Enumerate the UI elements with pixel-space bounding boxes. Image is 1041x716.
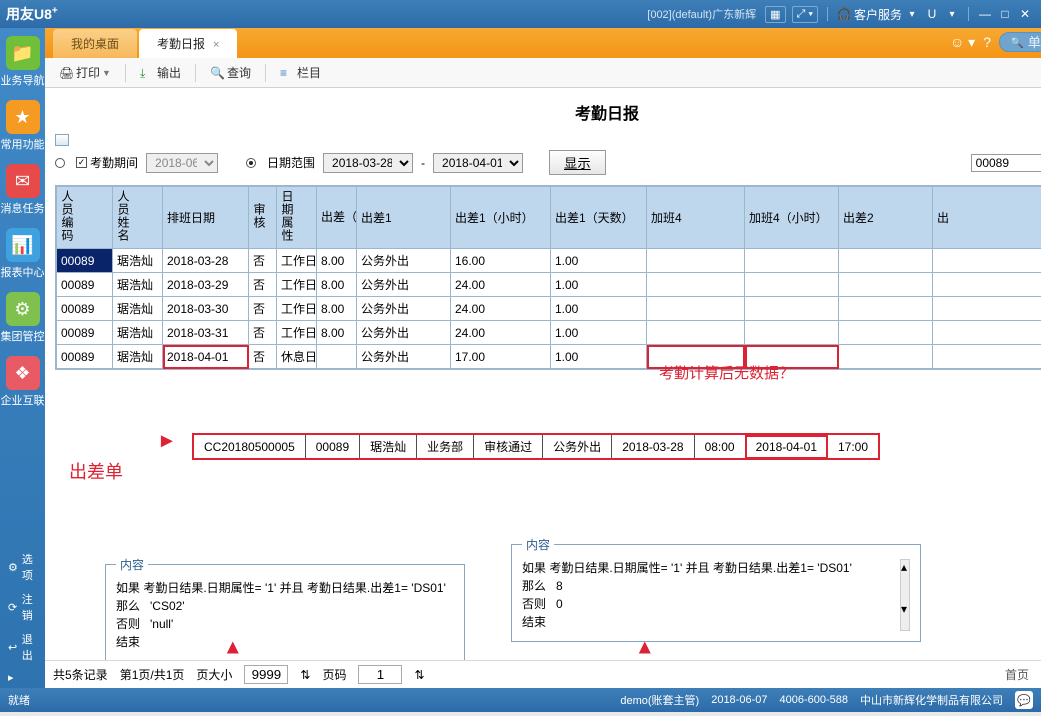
sidebar-item-common[interactable]: ★常用功能 (0, 92, 45, 156)
product-logo: 用友U8+ (6, 4, 58, 24)
col-emp-name[interactable]: 人员姓名 (113, 187, 163, 249)
status-user: demo(账套主管) (620, 692, 699, 708)
date-end[interactable]: 2018-04-01 (433, 153, 523, 173)
detail-row: CC2018050000500089琚浩灿业务部审核通过公务外出2018-03-… (193, 434, 879, 459)
org-info: [002](default)广东新辉 (647, 6, 756, 22)
status-company: 中山市新辉化学制品有限公司 (860, 692, 1003, 708)
rule-box-right: 内容 如果 考勤日结果.日期属性= '1' 并且 考勤日结果.出差1= 'DS0… (511, 536, 921, 642)
sidebar: 📁业务导航 ★常用功能 ✉消息任务 📊报表中心 ⚙集团管控 ❖企业互联 ⚙选项 … (0, 28, 45, 688)
status-bar: 就绪 demo(账套主管) 2018-06-07 4006-600-588 中山… (0, 688, 1041, 712)
checkbox-period[interactable]: ✓考勤期间 (76, 154, 138, 171)
toolbar: 🖨打印▼ ⤓输出 🔍查询 ≡栏目 (45, 58, 1041, 88)
col-trip-hours[interactable]: 出差（小时） (317, 187, 357, 249)
content: 考勤日报 ✓考勤期间 2018-06 日期范围 2018-03-28 - 201… (45, 88, 1041, 660)
emp-input[interactable] (971, 154, 1041, 172)
user-icon[interactable]: ☺ ▾ (950, 34, 975, 51)
col-ot4[interactable]: 加班4 (647, 187, 745, 249)
sidebar-item-nav[interactable]: 📁业务导航 (0, 28, 45, 92)
col-trip2[interactable]: 出差2 (839, 187, 933, 249)
table-row[interactable]: 00089琚浩灿2018-03-31否工作日8.00公务外出24.001.00 (57, 321, 1041, 345)
sidebar-item-group[interactable]: ⚙集团管控 (0, 284, 45, 348)
radio-range[interactable] (246, 158, 259, 168)
query-button[interactable]: 🔍查询 (204, 62, 257, 83)
grid-toggle-button[interactable]: ▦ (765, 6, 785, 23)
col-trip1[interactable]: 出差1 (357, 187, 451, 249)
headset-icon: 🎧 (834, 7, 854, 21)
col-extra[interactable]: 出 (933, 187, 1041, 249)
sidebar-link-logout[interactable]: ⟳注销 (0, 587, 45, 627)
filter-bar: ✓考勤期间 2018-06 日期范围 2018-03-28 - 2018-04-… (55, 150, 1041, 175)
minimize-button[interactable]: — (975, 7, 995, 21)
maximize-button[interactable]: □ (995, 7, 1015, 21)
grid: 人员编码 人员姓名 排班日期 审核 日期属性 出差（小时） 出差1 出差1（小时… (55, 185, 1041, 370)
col-ot4h[interactable]: 加班4（小时） (745, 187, 839, 249)
pager-num-label: 页码 (322, 666, 346, 683)
sidebar-collapse[interactable]: ▸ (0, 667, 45, 688)
sidebar-link-exit[interactable]: ↩退出 (0, 627, 45, 667)
pager: 共5条记录 第1页/共1页 页大小 ⇅ 页码 ⇅ 首页 上一页 下一页 末页 (45, 660, 1041, 688)
red-arrow-icon: ► (633, 638, 656, 658)
col-emp-code[interactable]: 人员编码 (57, 187, 113, 249)
col-trip1h[interactable]: 出差1（小时） (451, 187, 551, 249)
table-row[interactable]: 00089琚浩灿2018-03-29否工作日8.00公务外出24.001.00 (57, 273, 1041, 297)
help-icon[interactable]: ? (983, 34, 991, 50)
barcode-search[interactable]: 🔍 (999, 32, 1041, 52)
output-button[interactable]: ⤓输出 (134, 62, 187, 83)
date-start[interactable]: 2018-03-28 (323, 153, 413, 173)
scrollbar[interactable]: ▴▾ (900, 559, 910, 631)
search-icon: 🔍 (1010, 36, 1024, 49)
page-title: 考勤日报 (55, 100, 1041, 124)
tab-desktop[interactable]: 我的桌面 (53, 29, 137, 58)
range-label: 日期范围 (267, 154, 315, 171)
col-audit[interactable]: 审核 (249, 187, 277, 249)
letter-u[interactable]: U (922, 7, 942, 21)
status-date: 2018-06-07 (711, 694, 767, 706)
table-row[interactable]: 00089琚浩灿2018-04-01否休息日公务外出17.001.00 (57, 345, 1041, 369)
pager-total: 共5条记录 (53, 666, 108, 683)
pager-num-step[interactable]: ⇅ (414, 668, 424, 682)
close-button[interactable]: ✕ (1015, 7, 1035, 21)
customer-service-label[interactable]: 客户服务 (854, 6, 902, 23)
annot-leave-form: 出差单 (69, 458, 123, 484)
status-ready: 就绪 (8, 692, 30, 708)
rule-box-left: 内容如果 考勤日结果.日期属性= '1' 并且 考勤日结果.出差1= 'DS01… (105, 556, 465, 660)
chat-icon[interactable]: 💬 (1015, 691, 1033, 709)
show-button[interactable]: 显示 (549, 150, 606, 175)
pager-size-label: 页大小 (196, 666, 232, 683)
title-bar: 用友U8+ [002](default)广东新辉 ▦ ⤢ ▾ 🎧 客户服务 ▾ … (0, 0, 1041, 28)
status-phone: 4006-600-588 (779, 694, 848, 706)
print-button[interactable]: 🖨打印▼ (53, 62, 117, 83)
header-row: 人员编码 人员姓名 排班日期 审核 日期属性 出差（小时） 出差1 出差1（小时… (57, 187, 1041, 249)
barcode-search-input[interactable] (1028, 35, 1041, 50)
tab-bar: 我的桌面 考勤日报× ☺ ▾ ? 🔍 (45, 28, 1041, 58)
sidebar-item-message[interactable]: ✉消息任务 (0, 156, 45, 220)
pager-num-input[interactable] (358, 665, 402, 684)
red-arrow-icon: ► (157, 430, 177, 453)
col-shift-date[interactable]: 排班日期 (163, 187, 249, 249)
sidebar-item-enterprise[interactable]: ❖企业互联 (0, 348, 45, 412)
sidebar-item-report[interactable]: 📊报表中心 (0, 220, 45, 284)
col-date-attr[interactable]: 日期属性 (277, 187, 317, 249)
annot-nodata: 考勤计算后无数据？ (659, 362, 794, 383)
table-row[interactable]: 00089琚浩灿2018-03-28否工作日8.00公务外出16.001.00 (57, 249, 1041, 273)
pager-size-step[interactable]: ⇅ (300, 668, 310, 682)
pager-size-input[interactable] (244, 665, 288, 684)
columns-button[interactable]: ≡栏目 (274, 62, 327, 83)
sidebar-link-options[interactable]: ⚙选项 (0, 547, 45, 587)
pager-page: 第1页/共1页 (120, 666, 185, 683)
mini-toolbar[interactable] (55, 134, 1041, 146)
col-trip1d[interactable]: 出差1（天数） (551, 187, 647, 249)
tab-attendance-daily[interactable]: 考勤日报× (139, 29, 237, 58)
expand-button[interactable]: ⤢ ▾ (792, 6, 818, 23)
radio-period[interactable] (55, 158, 68, 168)
red-arrow-icon: ► (221, 638, 244, 658)
close-icon[interactable]: × (213, 39, 219, 51)
table-row[interactable]: 00089琚浩灿2018-03-30否工作日8.00公务外出24.001.00 (57, 297, 1041, 321)
pager-first[interactable]: 首页 (1005, 666, 1029, 683)
period-select[interactable]: 2018-06 (146, 153, 218, 173)
